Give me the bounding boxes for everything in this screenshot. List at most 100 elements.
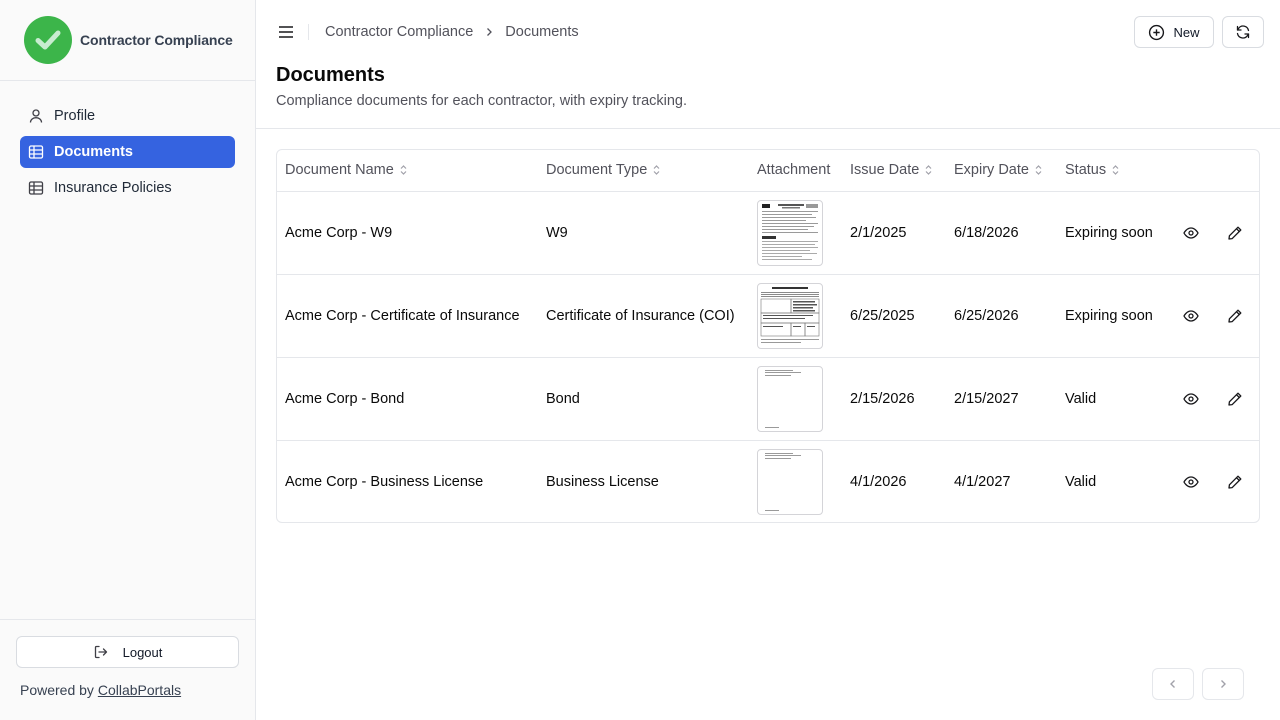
edit-button[interactable] xyxy=(1223,470,1247,494)
cell-document-name: Acme Corp - Certificate of Insurance xyxy=(277,274,538,358)
cell-edit xyxy=(1215,440,1259,522)
sidebar-item-profile[interactable]: Profile xyxy=(20,100,235,132)
sort-icon xyxy=(652,164,661,176)
pencil-icon xyxy=(1228,226,1242,240)
cell-view xyxy=(1171,274,1215,358)
edit-button[interactable] xyxy=(1223,304,1247,328)
sidebar-item-label: Profile xyxy=(54,108,96,124)
cell-edit xyxy=(1215,274,1259,358)
cell-status: Expiring soon xyxy=(1057,191,1171,275)
cell-document-name: Acme Corp - W9 xyxy=(277,191,538,275)
pagination xyxy=(1152,668,1244,700)
main-content: Contractor Compliance Documents New Docu… xyxy=(256,0,1280,720)
sidebar-footer: Logout Powered by CollabPortals xyxy=(0,619,255,720)
table-icon xyxy=(28,180,44,196)
table-header-row: Document Name Document Type Attachment I… xyxy=(277,150,1259,192)
logout-label: Logout xyxy=(122,644,163,660)
column-header-attachment: Attachment xyxy=(749,150,842,192)
next-page-button[interactable] xyxy=(1202,668,1244,700)
sidebar-nav: Profile Documents Insurance Policies xyxy=(0,81,255,204)
refresh-icon xyxy=(1236,25,1250,39)
view-button[interactable] xyxy=(1179,221,1203,245)
table-row[interactable]: Acme Corp - Bond Bond 2/15/2026 2/15/202… xyxy=(277,357,1259,441)
chevron-right-icon xyxy=(1221,680,1226,688)
table-icon xyxy=(28,144,44,160)
divider xyxy=(308,24,309,40)
column-header-document-name[interactable]: Document Name xyxy=(277,150,538,192)
cell-document-type: Certificate of Insurance (COI) xyxy=(538,274,749,358)
cell-document-type: Business License xyxy=(546,473,659,490)
attachment-thumbnail[interactable] xyxy=(757,199,823,266)
breadcrumb-root[interactable]: Contractor Compliance xyxy=(325,24,473,40)
view-button[interactable] xyxy=(1179,387,1203,411)
cell-issue-date: 6/25/2025 xyxy=(842,274,946,358)
cell-expiry-date: 6/25/2026 xyxy=(946,274,1057,358)
cell-status: Expiring soon xyxy=(1057,274,1171,358)
eye-icon xyxy=(1183,392,1199,405)
cell-attachment xyxy=(749,274,842,358)
attachment-thumbnail[interactable] xyxy=(757,365,823,432)
sidebar-item-insurance-policies[interactable]: Insurance Policies xyxy=(20,172,235,204)
sort-icon xyxy=(1034,164,1043,176)
refresh-button[interactable] xyxy=(1222,16,1264,48)
table-row[interactable]: Acme Corp - Certificate of Insurance Cer… xyxy=(277,274,1259,358)
attachment-thumbnail[interactable] xyxy=(757,282,823,349)
logout-button[interactable]: Logout xyxy=(16,636,239,668)
powered-by: Powered by CollabPortals xyxy=(20,682,239,698)
sort-icon xyxy=(1111,164,1120,176)
cell-expiry-date: 2/15/2027 xyxy=(946,357,1057,441)
edit-button[interactable] xyxy=(1223,387,1247,411)
column-header-view xyxy=(1171,150,1215,192)
column-header-document-type[interactable]: Document Type xyxy=(538,150,749,192)
cell-issue-date: 2/1/2025 xyxy=(842,191,946,275)
checkmark-logo-icon xyxy=(24,16,72,64)
collabportals-link[interactable]: CollabPortals xyxy=(98,682,181,698)
view-button[interactable] xyxy=(1179,470,1203,494)
previous-page-button[interactable] xyxy=(1152,668,1194,700)
hamburger-icon xyxy=(279,26,293,38)
column-header-status[interactable]: Status xyxy=(1057,150,1171,192)
cell-attachment xyxy=(749,440,842,522)
new-button-label: New xyxy=(1173,24,1200,40)
pencil-icon xyxy=(1228,475,1242,489)
page-header: Documents Compliance documents for each … xyxy=(256,64,1280,129)
new-button[interactable]: New xyxy=(1134,16,1214,48)
cell-issue-date: 2/15/2026 xyxy=(842,357,946,441)
sidebar-item-label: Insurance Policies xyxy=(54,180,172,196)
documents-table: Document Name Document Type Attachment I… xyxy=(276,149,1260,523)
brand: Contractor Compliance xyxy=(0,0,255,81)
cell-status: Valid xyxy=(1057,357,1171,441)
cell-document-name: Acme Corp - Bond xyxy=(277,357,538,441)
chevron-left-icon xyxy=(1170,680,1175,688)
cell-document-type: Bond xyxy=(538,357,749,441)
user-icon xyxy=(28,108,44,124)
page-title: Documents xyxy=(276,64,385,86)
sidebar-item-label: Documents xyxy=(54,144,133,160)
cell-edit xyxy=(1215,357,1259,441)
cell-view xyxy=(1171,191,1215,275)
table-row[interactable]: Acme Corp - Business License Business Li… xyxy=(277,440,1259,522)
app-name: Contractor Compliance xyxy=(80,32,233,48)
column-header-expiry-date[interactable]: Expiry Date xyxy=(946,150,1057,192)
attachment-thumbnail[interactable] xyxy=(757,448,823,515)
column-header-issue-date[interactable]: Issue Date xyxy=(842,150,946,192)
cell-attachment xyxy=(749,191,842,275)
sort-icon xyxy=(399,164,408,176)
table-row[interactable]: Acme Corp - W9 W9 2/1/2025 6/18/2026 Exp… xyxy=(277,191,1259,275)
pencil-icon xyxy=(1228,309,1242,323)
cell-document-name: Acme Corp - Business License xyxy=(285,473,484,490)
view-button[interactable] xyxy=(1179,304,1203,328)
top-actions: New xyxy=(1134,16,1264,48)
edit-button[interactable] xyxy=(1223,221,1247,245)
topbar: Contractor Compliance Documents New xyxy=(256,0,1280,64)
cell-view xyxy=(1171,440,1215,522)
eye-icon xyxy=(1183,309,1199,322)
cell-edit xyxy=(1215,191,1259,275)
menu-toggle-button[interactable] xyxy=(276,22,296,42)
sidebar-item-documents[interactable]: Documents xyxy=(20,136,235,168)
cell-issue-date: 4/1/2026 xyxy=(850,473,907,490)
cell-view xyxy=(1171,357,1215,441)
chevron-right-icon xyxy=(483,26,495,38)
cell-attachment xyxy=(749,357,842,441)
sidebar: Contractor Compliance Profile Documents … xyxy=(0,0,256,720)
